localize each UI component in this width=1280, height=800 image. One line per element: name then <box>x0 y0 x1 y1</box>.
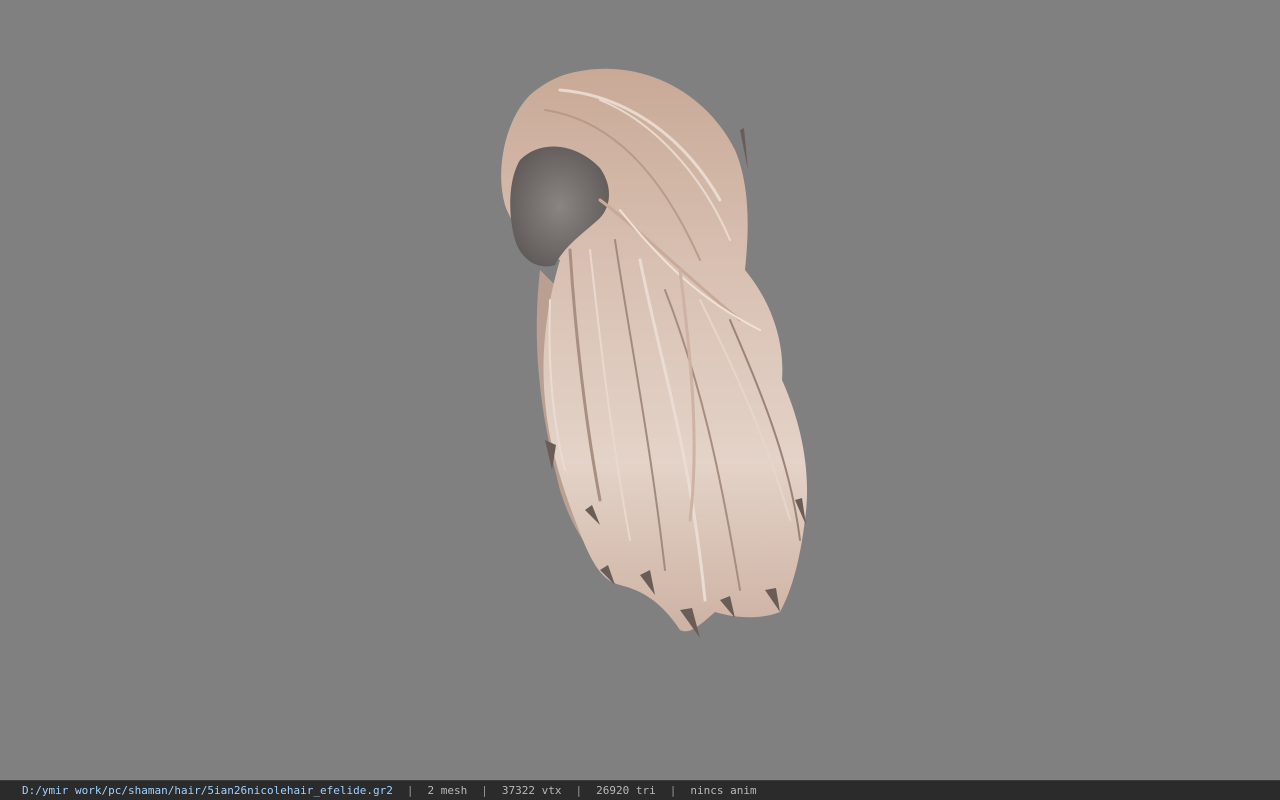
file-path: D:/ymir work/pc/shaman/hair/5ian26nicole… <box>22 784 393 797</box>
status-bar: D:/ymir work/pc/shaman/hair/5ian26nicole… <box>0 780 1280 800</box>
status-separator: | <box>669 784 677 797</box>
vertex-count: 37322 vtx <box>501 784 562 797</box>
status-separator: | <box>406 784 414 797</box>
hair-model-render <box>501 68 808 638</box>
status-separator: | <box>481 784 488 797</box>
triangle-count: 26920 tri <box>596 784 656 797</box>
status-separator: | <box>575 784 583 797</box>
3d-viewport[interactable] <box>0 0 1280 780</box>
mesh-count: 2 mesh <box>427 784 468 797</box>
anim-status: nincs anim <box>690 784 757 797</box>
